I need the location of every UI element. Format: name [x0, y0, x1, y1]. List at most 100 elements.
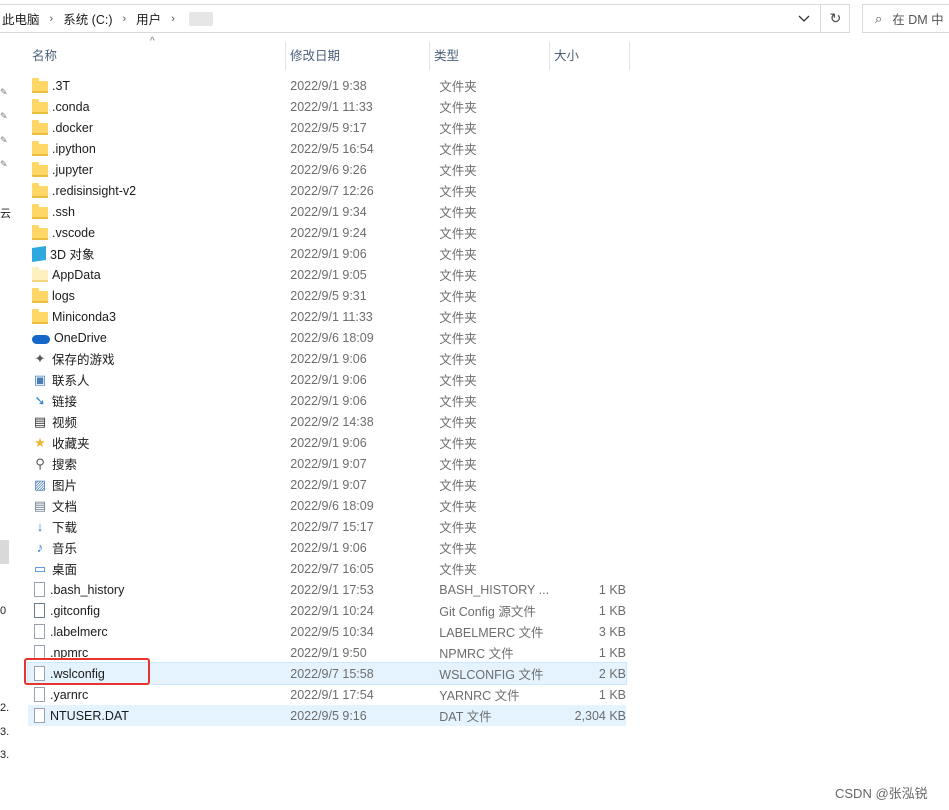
column-header-name[interactable]: 名称: [28, 42, 286, 70]
file-type: 文件夹: [439, 542, 477, 556]
watermark: CSDN @张泓锐: [835, 786, 928, 801]
file-row[interactable]: .ipython 2022/9/5 16:54 文件夹: [28, 138, 626, 159]
file-row[interactable]: 3D 对象 2022/9/1 9:06 文件夹: [28, 243, 626, 264]
file-row[interactable]: NTUSER.DAT 2022/9/5 9:16 DAT 文件 2,304 KB: [28, 705, 626, 726]
annotation-highlight-box: [24, 658, 150, 685]
file-date: 2022/9/1 9:50: [290, 645, 367, 660]
file-row[interactable]: ▭ 桌面 2022/9/7 16:05 文件夹: [28, 558, 626, 579]
file-date: 2022/9/1 9:24: [290, 225, 367, 240]
pin-icon[interactable]: ✎: [0, 87, 8, 97]
file-icon: [34, 708, 45, 723]
file-row[interactable]: AppData 2022/9/1 9:05 文件夹: [28, 264, 626, 285]
address-bar[interactable]: 此电脑 › 系统 (C:) › 用户 › ↻: [0, 4, 850, 33]
file-name-cell: .vscode: [28, 225, 284, 240]
pin-icon[interactable]: ✎: [0, 135, 8, 145]
file-row[interactable]: ➘ 链接 2022/9/1 9:06 文件夹: [28, 390, 626, 411]
file-date: 2022/9/5 9:17: [290, 120, 367, 135]
links-arrow-icon: ➘: [34, 392, 46, 408]
file-name-cell: ↓ 下载: [28, 517, 284, 536]
file-row[interactable]: .yarnrc 2022/9/1 17:54 YARNRC 文件 1 KB: [28, 684, 626, 705]
breadcrumb-users[interactable]: 用户: [134, 9, 163, 28]
file-name-cell: ➘ 链接: [28, 391, 284, 410]
file-name-cell: ♪ 音乐: [28, 538, 284, 557]
breadcrumb-this-pc[interactable]: 此电脑: [0, 9, 42, 28]
file-row[interactable]: ▤ 文档 2022/9/6 18:09 文件夹: [28, 495, 626, 516]
file-size: 1 KB: [598, 687, 626, 702]
refresh-icon[interactable]: ↻: [820, 5, 850, 32]
pin-icon[interactable]: ✎: [0, 111, 8, 121]
breadcrumb-c-drive[interactable]: 系统 (C:): [61, 9, 114, 28]
file-row[interactable]: .ssh 2022/9/1 9:34 文件夹: [28, 201, 626, 222]
file-name-cell: OneDrive: [28, 331, 284, 345]
file-row[interactable]: .3T 2022/9/1 9:38 文件夹: [28, 75, 626, 96]
chevron-right-icon[interactable]: ›: [115, 13, 135, 25]
column-header-size[interactable]: 大小: [550, 42, 630, 70]
documents-icon: ▤: [33, 497, 47, 513]
file-date: 2022/9/1 9:07: [290, 477, 367, 492]
file-name-cell: ▤ 文档: [28, 496, 284, 515]
file-row[interactable]: .docker 2022/9/5 9:17 文件夹: [28, 117, 626, 138]
file-row[interactable]: .gitconfig 2022/9/1 10:24 Git Config 源文件 1 …: [28, 600, 626, 621]
file-icon: [34, 624, 45, 639]
file-name-cell: .labelmerc: [28, 624, 284, 639]
file-name-cell: .bash_history: [28, 582, 284, 597]
file-date: 2022/9/1 9:07: [290, 456, 367, 471]
column-header-date[interactable]: 修改日期: [286, 42, 430, 70]
file-date: 2022/9/1 9:06: [290, 540, 367, 555]
file-name: 收藏夹: [52, 437, 90, 451]
file-row[interactable]: logs 2022/9/5 9:31 文件夹: [28, 285, 626, 306]
chevron-down-icon[interactable]: [792, 11, 816, 27]
file-date: 2022/9/2 14:38: [290, 414, 374, 429]
pin-icon[interactable]: ✎: [0, 159, 8, 169]
file-name-cell: .docker: [28, 120, 284, 135]
file-row[interactable]: ▨ 图片 2022/9/1 9:07 文件夹: [28, 474, 626, 495]
file-row[interactable]: .redisinsight-v2 2022/9/7 12:26 文件夹: [28, 180, 626, 201]
file-name: 文档: [52, 500, 78, 514]
folder-hidden-icon: [32, 267, 48, 282]
file-row[interactable]: .bash_history 2022/9/1 17:53 BASH_HISTORY …: [28, 579, 626, 600]
file-row[interactable]: ⚲ 搜索 2022/9/1 9:07 文件夹: [28, 453, 626, 474]
file-name-cell: NTUSER.DAT: [28, 708, 284, 723]
file-name: 桌面: [52, 563, 78, 577]
chevron-right-icon[interactable]: ›: [42, 13, 62, 25]
folder-icon: [32, 120, 48, 135]
file-row[interactable]: ✦ 保存的游戏 2022/9/1 9:06 文件夹: [28, 348, 626, 369]
file-date: 2022/9/1 11:33: [290, 99, 373, 114]
file-row[interactable]: ♪ 音乐 2022/9/1 9:06 文件夹: [28, 537, 626, 558]
file-name: 3D 对象: [50, 248, 95, 262]
file-type: YARNRC 文件: [439, 689, 520, 703]
file-row[interactable]: .jupyter 2022/9/6 9:26 文件夹: [28, 159, 626, 180]
file-row[interactable]: OneDrive 2022/9/6 18:09 文件夹: [28, 327, 626, 348]
file-row[interactable]: Miniconda3 2022/9/1 11:33 文件夹: [28, 306, 626, 327]
file-date: 2022/9/7 15:58: [290, 666, 374, 681]
desktop-icon: ▭: [33, 560, 47, 576]
file-row[interactable]: ▤ 视频 2022/9/2 14:38 文件夹: [28, 411, 626, 432]
file-row[interactable]: ↓ 下载 2022/9/7 15:17 文件夹: [28, 516, 626, 537]
file-row[interactable]: ★ 收藏夹 2022/9/1 9:06 文件夹: [28, 432, 626, 453]
file-row[interactable]: .labelmerc 2022/9/5 10:34 LABELMERC 文件 3 KB: [28, 621, 626, 642]
file-row[interactable]: .vscode 2022/9/1 9:24 文件夹: [28, 222, 626, 243]
search-icon: ⌕: [875, 10, 883, 26]
file-config-icon: [34, 603, 45, 618]
nav-fragment[interactable]: 0: [0, 605, 6, 617]
file-list: .3T 2022/9/1 9:38 文件夹 .conda 2022/9/1 11:33 文…: [27, 75, 627, 726]
file-row[interactable]: ▣ 联系人 2022/9/1 9:06 文件夹: [28, 369, 626, 390]
file-type: 文件夹: [439, 248, 477, 262]
file-type: LABELMERC 文件: [439, 626, 544, 640]
nav-selected-item[interactable]: [0, 540, 9, 564]
file-size: 2 KB: [598, 666, 626, 681]
column-header-type[interactable]: 类型: [430, 42, 550, 70]
file-date: 2022/9/5 16:54: [290, 141, 374, 156]
folder-icon: [32, 99, 48, 114]
file-type: BASH_HISTORY ...: [439, 582, 550, 597]
file-type: 文件夹: [439, 395, 477, 409]
chevron-right-icon[interactable]: ›: [163, 13, 183, 25]
file-row[interactable]: .conda 2022/9/1 11:33 文件夹: [28, 96, 626, 117]
navigation-pane[interactable]: ✎ ✎ ✎ ✎ 云 0 2. 3. 3.: [0, 35, 12, 810]
file-date: 2022/9/1 9:06: [290, 246, 367, 261]
file-size: 2,304 KB: [574, 708, 626, 723]
file-name: .conda: [52, 99, 90, 114]
blurred-username[interactable]: [188, 11, 213, 26]
nav-fragment[interactable]: 云: [0, 205, 11, 221]
search-box[interactable]: ⌕ 在 DM 中: [862, 4, 949, 33]
